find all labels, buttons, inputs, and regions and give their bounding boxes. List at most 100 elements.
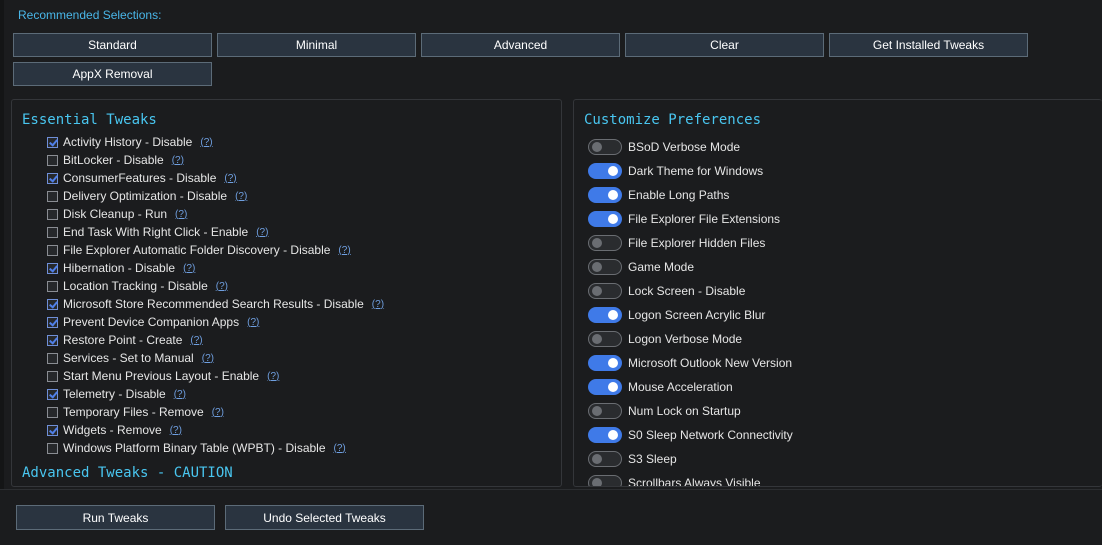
help-link-icon[interactable]: (?) [224, 173, 236, 184]
help-link-icon[interactable]: (?) [174, 389, 186, 400]
preference-item[interactable]: Logon Verbose Mode [588, 329, 742, 349]
essential-tweak-item[interactable]: Windows Platform Binary Table (WPBT) - D… [47, 439, 346, 457]
checkbox-checked[interactable] [47, 172, 58, 184]
preference-item[interactable]: S0 Sleep Network Connectivity [588, 425, 793, 445]
preference-item[interactable]: Scrollbars Always Visible [588, 473, 761, 486]
essential-tweak-item[interactable]: Location Tracking - Disable (?) [47, 277, 228, 295]
essential-tweak-item[interactable]: End Task With Right Click - Enable (?) [47, 223, 268, 241]
toggle-switch-on[interactable] [588, 379, 622, 395]
toggle-switch-off[interactable] [588, 235, 622, 251]
get-installed-tweaks-button[interactable]: Get Installed Tweaks [829, 33, 1028, 57]
essential-tweak-item[interactable]: Hibernation - Disable (?) [47, 259, 195, 277]
checkbox-unchecked[interactable] [47, 244, 58, 256]
essential-tweak-item[interactable]: Telemetry - Disable (?) [47, 385, 186, 403]
preference-item[interactable]: Lock Screen - Disable [588, 281, 745, 301]
toggle-switch-on[interactable] [588, 355, 622, 371]
help-link-icon[interactable]: (?) [267, 371, 279, 382]
checkbox-unchecked[interactable] [47, 280, 58, 292]
essential-tweak-label: Activity History - Disable [63, 135, 193, 149]
checkbox-unchecked[interactable] [47, 352, 58, 364]
help-link-icon[interactable]: (?) [256, 227, 268, 238]
checkbox-checked[interactable] [47, 388, 58, 400]
checkbox-unchecked[interactable] [47, 406, 58, 418]
help-link-icon[interactable]: (?) [372, 299, 384, 310]
toggle-switch-on[interactable] [588, 307, 622, 323]
toggle-switch-off[interactable] [588, 451, 622, 467]
toggle-switch-off[interactable] [588, 139, 622, 155]
checkbox-checked[interactable] [47, 424, 58, 436]
preference-item[interactable]: Game Mode [588, 257, 694, 277]
undo-selected-tweaks-button[interactable]: Undo Selected Tweaks [225, 505, 424, 530]
essential-tweak-item[interactable]: Start Menu Previous Layout - Enable (?) [47, 367, 279, 385]
preference-label: S0 Sleep Network Connectivity [628, 428, 793, 442]
essential-tweak-item[interactable]: ConsumerFeatures - Disable (?) [47, 169, 237, 187]
help-link-icon[interactable]: (?) [170, 425, 182, 436]
checkbox-checked[interactable] [47, 136, 58, 148]
checkbox-unchecked[interactable] [47, 154, 58, 166]
help-link-icon[interactable]: (?) [175, 209, 187, 220]
appx-removal-button[interactable]: AppX Removal [13, 62, 212, 86]
preference-item[interactable]: File Explorer Hidden Files [588, 233, 765, 253]
essential-tweaks-panel: Essential Tweaks Activity History - Disa… [11, 99, 562, 487]
essential-tweak-item[interactable]: Microsoft Store Recommended Search Resul… [47, 295, 384, 313]
toggle-knob [592, 454, 602, 464]
essential-tweak-item[interactable]: Disk Cleanup - Run (?) [47, 205, 187, 223]
toggle-switch-off[interactable] [588, 403, 622, 419]
preference-item[interactable]: Microsoft Outlook New Version [588, 353, 792, 373]
help-link-icon[interactable]: (?) [334, 443, 346, 454]
toggle-switch-off[interactable] [588, 283, 622, 299]
help-link-icon[interactable]: (?) [172, 155, 184, 166]
essential-tweak-item[interactable]: File Explorer Automatic Folder Discovery… [47, 241, 351, 259]
advanced-button[interactable]: Advanced [421, 33, 620, 57]
help-link-icon[interactable]: (?) [202, 353, 214, 364]
toggle-knob [608, 358, 618, 368]
checkbox-unchecked[interactable] [47, 370, 58, 382]
preference-label: Num Lock on Startup [628, 404, 741, 418]
help-link-icon[interactable]: (?) [200, 137, 212, 148]
essential-tweak-item[interactable]: Services - Set to Manual (?) [47, 349, 214, 367]
help-link-icon[interactable]: (?) [338, 245, 350, 256]
preference-item[interactable]: S3 Sleep [588, 449, 677, 469]
checkbox-checked[interactable] [47, 316, 58, 328]
help-link-icon[interactable]: (?) [247, 317, 259, 328]
essential-tweak-item[interactable]: Delivery Optimization - Disable (?) [47, 187, 247, 205]
preference-item[interactable]: Dark Theme for Windows [588, 161, 763, 181]
toggle-switch-off[interactable] [588, 259, 622, 275]
toggle-switch-off[interactable] [588, 331, 622, 347]
checkbox-unchecked[interactable] [47, 226, 58, 238]
essential-tweak-item[interactable]: Restore Point - Create (?) [47, 331, 203, 349]
toggle-switch-on[interactable] [588, 187, 622, 203]
minimal-button[interactable]: Minimal [217, 33, 416, 57]
help-link-icon[interactable]: (?) [216, 281, 228, 292]
toggle-switch-on[interactable] [588, 163, 622, 179]
essential-tweak-item[interactable]: Activity History - Disable (?) [47, 133, 213, 151]
run-tweaks-button[interactable]: Run Tweaks [16, 505, 215, 530]
preference-item[interactable]: Enable Long Paths [588, 185, 729, 205]
clear-button[interactable]: Clear [625, 33, 824, 57]
essential-tweak-item[interactable]: Prevent Device Companion Apps (?) [47, 313, 259, 331]
essential-tweak-item[interactable]: Temporary Files - Remove (?) [47, 403, 224, 421]
help-link-icon[interactable]: (?) [183, 263, 195, 274]
toggle-switch-off[interactable] [588, 475, 622, 486]
checkbox-unchecked[interactable] [47, 208, 58, 220]
checkbox-checked[interactable] [47, 334, 58, 346]
toggle-switch-on[interactable] [588, 427, 622, 443]
preference-item[interactable]: File Explorer File Extensions [588, 209, 780, 229]
standard-button[interactable]: Standard [13, 33, 212, 57]
preference-item[interactable]: Num Lock on Startup [588, 401, 741, 421]
help-link-icon[interactable]: (?) [190, 335, 202, 346]
checkbox-checked[interactable] [47, 298, 58, 310]
toggle-switch-on[interactable] [588, 211, 622, 227]
preference-item[interactable]: Mouse Acceleration [588, 377, 733, 397]
customize-preferences-panel: Customize Preferences BSoD Verbose Mode D… [573, 99, 1102, 487]
essential-tweak-item[interactable]: BitLocker - Disable (?) [47, 151, 184, 169]
checkbox-unchecked[interactable] [47, 190, 58, 202]
preference-item[interactable]: BSoD Verbose Mode [588, 137, 740, 157]
checkbox-unchecked[interactable] [47, 442, 58, 454]
checkbox-checked[interactable] [47, 262, 58, 274]
preference-item[interactable]: Logon Screen Acrylic Blur [588, 305, 765, 325]
essential-tweak-item[interactable]: Widgets - Remove (?) [47, 421, 182, 439]
help-link-icon[interactable]: (?) [212, 407, 224, 418]
help-link-icon[interactable]: (?) [235, 191, 247, 202]
toggle-knob [608, 430, 618, 440]
